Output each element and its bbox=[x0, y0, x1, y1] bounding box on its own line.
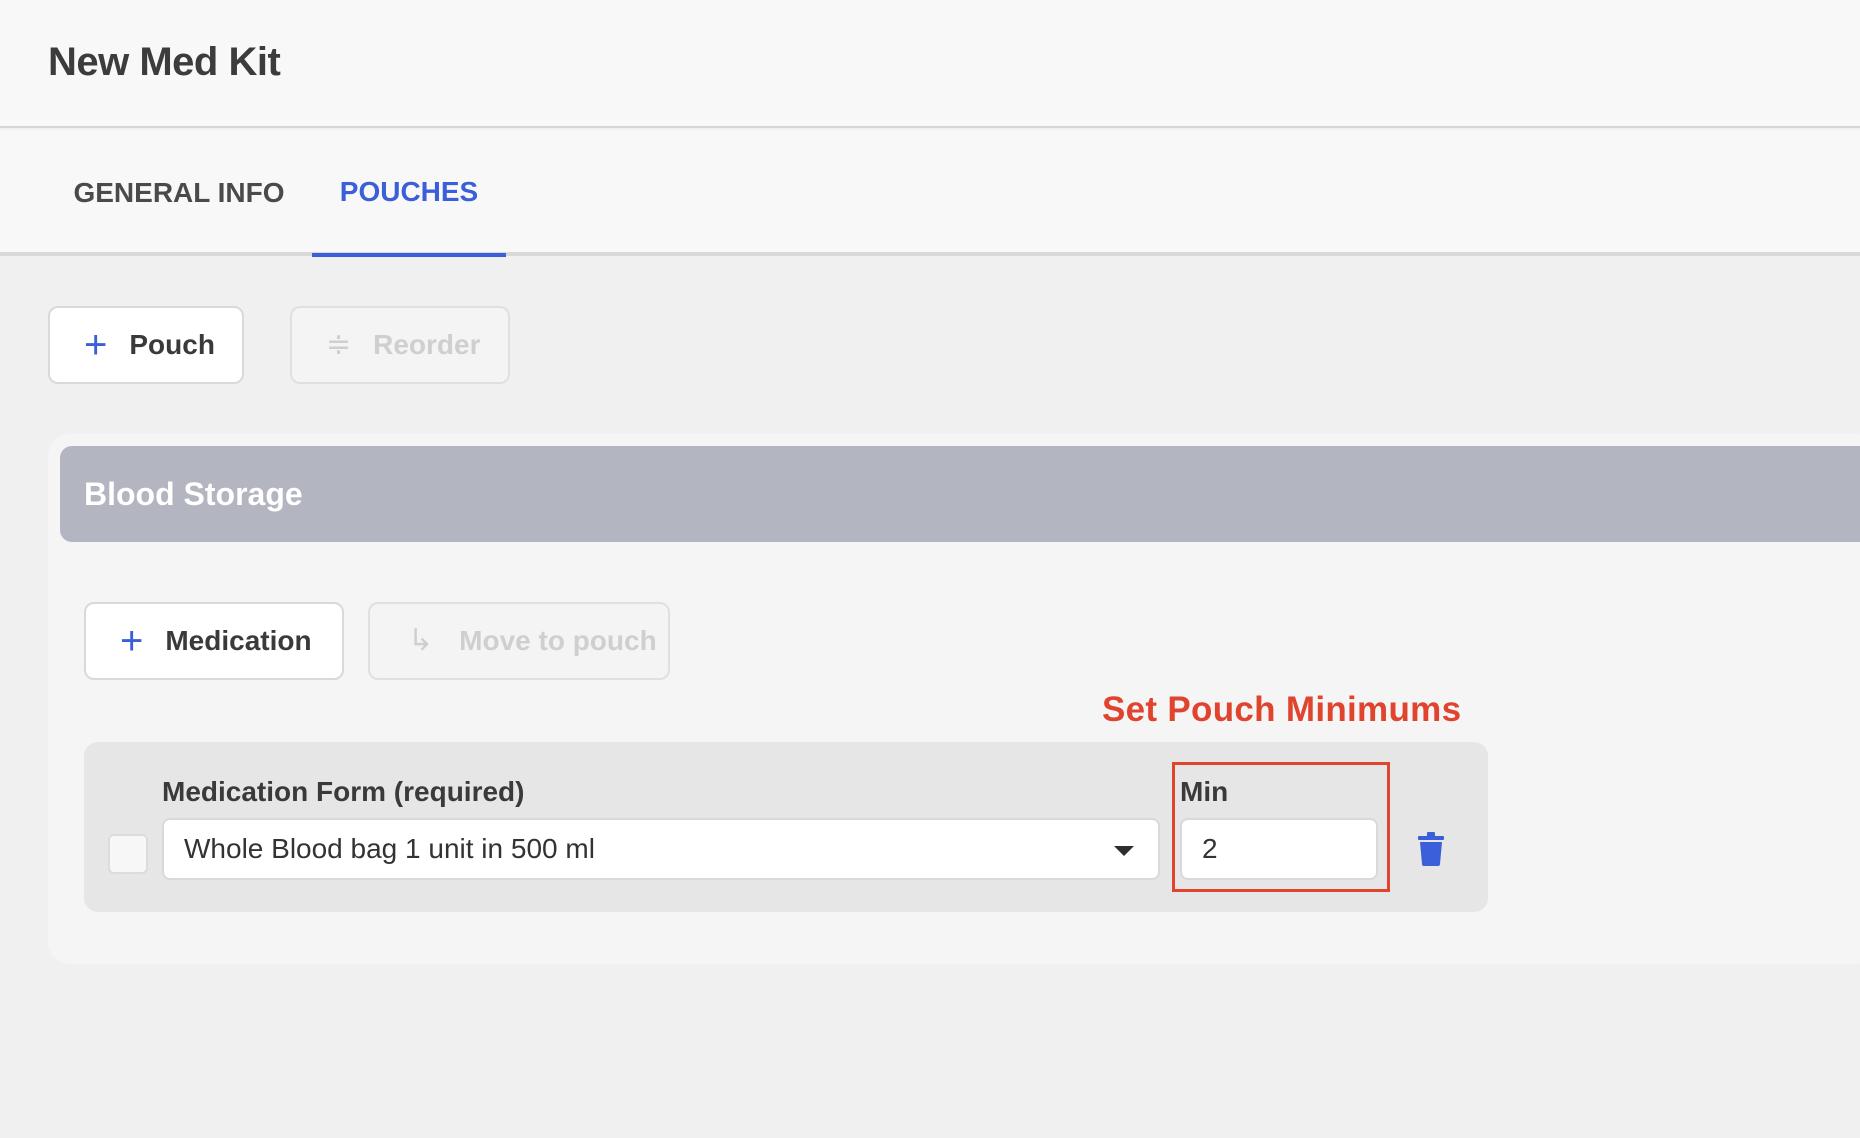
pouch-header[interactable]: Blood Storage bbox=[60, 446, 1860, 542]
reorder-button[interactable]: ≑ Reorder bbox=[290, 306, 510, 384]
annotation-highlight-box bbox=[1172, 762, 1390, 892]
arrow-return-icon: ↳ bbox=[408, 624, 434, 657]
move-to-pouch-label: Move to pouch bbox=[459, 625, 657, 656]
plus-icon: + bbox=[84, 323, 108, 367]
chevron-down-icon bbox=[1114, 846, 1134, 856]
reorder-label: Reorder bbox=[373, 329, 481, 360]
trash-icon[interactable] bbox=[1418, 832, 1444, 866]
add-pouch-label: Pouch bbox=[129, 329, 215, 360]
medication-form-value: Whole Blood bag 1 unit in 500 ml bbox=[184, 833, 595, 864]
page-header: New Med Kit bbox=[0, 0, 1860, 128]
tab-general-info[interactable]: GENERAL INFO bbox=[48, 130, 310, 256]
reorder-icon: ≑ bbox=[326, 328, 352, 361]
add-pouch-button[interactable]: + Pouch bbox=[48, 306, 244, 384]
tab-pouches[interactable]: POUCHES bbox=[312, 130, 506, 257]
medication-row-checkbox[interactable] bbox=[108, 834, 148, 874]
medication-form-select[interactable]: Whole Blood bag 1 unit in 500 ml bbox=[162, 818, 1160, 880]
plus-icon: + bbox=[120, 619, 144, 663]
tab-bar: GENERAL INFO POUCHES bbox=[0, 130, 1860, 257]
add-medication-label: Medication bbox=[165, 625, 312, 656]
pouch-title: Blood Storage bbox=[84, 476, 303, 512]
page-title: New Med Kit bbox=[48, 40, 281, 84]
move-to-pouch-button[interactable]: ↳ Move to pouch bbox=[368, 602, 670, 680]
annotation-label: Set Pouch Minimums bbox=[1102, 690, 1462, 729]
add-medication-button[interactable]: + Medication bbox=[84, 602, 344, 680]
medication-form-label: Medication Form (required) bbox=[162, 776, 525, 807]
